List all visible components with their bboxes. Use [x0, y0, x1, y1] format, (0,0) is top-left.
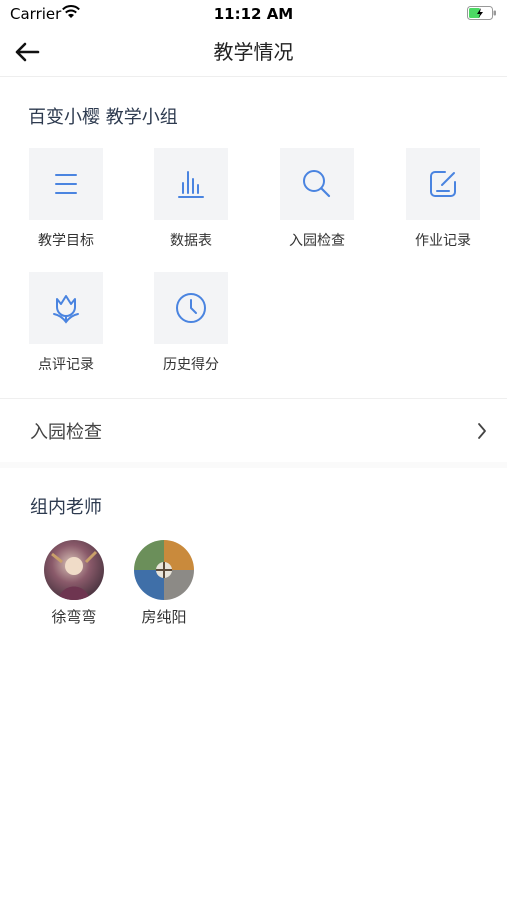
tile-label: 作业记录 [415, 233, 471, 249]
status-time: 11:12 AM [213, 5, 294, 23]
teacher-name: 徐弯弯 [51, 608, 97, 626]
tile-label: 入园检查 [289, 233, 345, 249]
list-icon [55, 174, 77, 194]
tile-box[interactable] [29, 272, 103, 344]
avatar[interactable] [44, 540, 104, 600]
tile-box[interactable] [280, 148, 354, 220]
page-title: 教学情况 [213, 40, 294, 64]
avatar[interactable] [134, 540, 194, 600]
entry-check-row[interactable]: 入园检查 [0, 400, 507, 462]
tile-homework-records[interactable]: 作业记录 [406, 148, 480, 250]
tile-box[interactable] [29, 148, 103, 220]
battery-icon [467, 6, 496, 20]
teachers-title: 组内老师 [30, 497, 102, 518]
tile-history-scores[interactable]: 历史得分 [154, 272, 228, 374]
tile-box[interactable] [154, 148, 228, 220]
tile-teaching-goals[interactable]: 教学目标 [29, 148, 103, 250]
teacher-name: 房纯阳 [141, 608, 187, 626]
tile-data-table[interactable]: 数据表 [154, 148, 228, 250]
entry-check-row-label: 入园检查 [30, 422, 102, 443]
bar-chart-icon [178, 171, 204, 198]
section-gap [0, 462, 507, 468]
teacher-item[interactable]: 房纯阳 [124, 540, 204, 627]
tile-label: 历史得分 [163, 357, 219, 373]
tile-label: 教学目标 [38, 233, 94, 249]
tile-entry-check[interactable]: 入园检查 [280, 148, 354, 250]
search-icon [303, 170, 331, 198]
chevron-right-icon [478, 423, 486, 439]
clock-icon [176, 293, 206, 323]
group-title: 百变小樱 教学小组 [28, 107, 178, 128]
tile-label: 点评记录 [38, 357, 94, 373]
tile-label: 数据表 [170, 233, 212, 249]
teacher-item[interactable]: 徐弯弯 [34, 540, 114, 627]
tulip-icon [53, 295, 79, 324]
section-divider [0, 398, 507, 399]
edit-icon [430, 171, 456, 197]
avatar-image [44, 540, 104, 600]
avatar-image [134, 540, 194, 600]
tile-box[interactable] [154, 272, 228, 344]
tile-review-records[interactable]: 点评记录 [29, 272, 103, 374]
nav-bar: 教学情况 [0, 28, 507, 77]
status-bar: Carrier 11:12 AM [0, 0, 507, 28]
tile-box[interactable] [406, 148, 480, 220]
